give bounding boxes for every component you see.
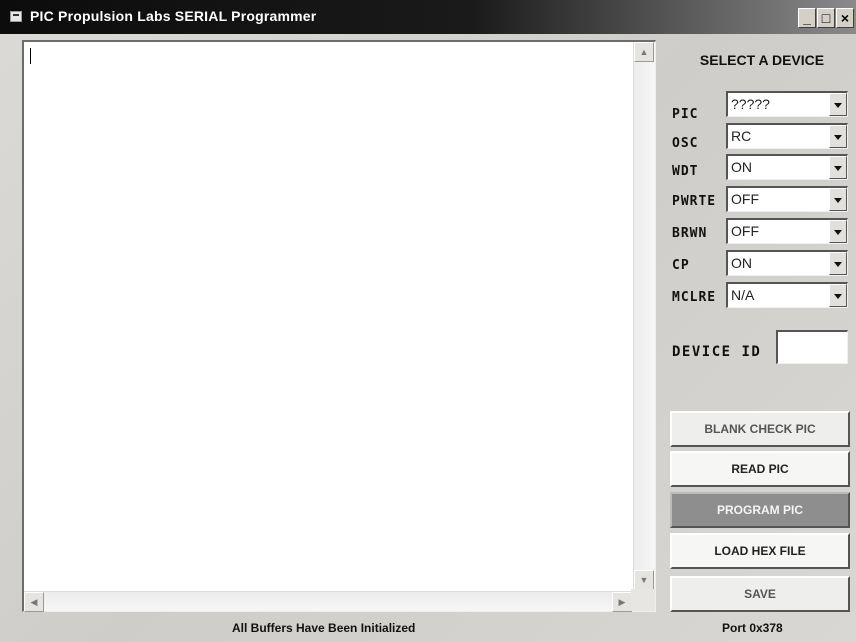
chevron-down-icon[interactable] xyxy=(829,93,847,116)
brwn-select[interactable]: OFF xyxy=(726,218,848,244)
window-controls: _ □ × xyxy=(798,8,854,28)
read-pic-button[interactable]: READ PIC xyxy=(670,451,850,487)
mclre-value: N/A xyxy=(731,287,755,303)
chevron-down-icon[interactable] xyxy=(829,252,847,275)
device-id-field[interactable] xyxy=(776,330,848,364)
status-message: All Buffers Have Been Initialized xyxy=(232,621,416,635)
pic-value: ????? xyxy=(731,96,770,112)
osc-select[interactable]: RC xyxy=(726,123,848,149)
programmer-window: PIC Propulsion Labs SERIAL Programmer _ … xyxy=(0,0,856,642)
select-device-heading: SELECT A DEVICE xyxy=(699,52,825,68)
cp-value: ON xyxy=(731,255,752,271)
scroll-left-icon[interactable]: ◀ xyxy=(24,592,44,612)
pwrte-label: PWRTE xyxy=(672,194,717,209)
window-title: PIC Propulsion Labs SERIAL Programmer xyxy=(30,8,317,24)
app-icon[interactable] xyxy=(10,11,22,22)
wdt-value: ON xyxy=(731,159,752,175)
minimize-button[interactable]: _ xyxy=(798,8,816,28)
program-pic-button[interactable]: PROGRAM PIC xyxy=(670,492,850,528)
osc-value: RC xyxy=(731,128,752,144)
pwrte-value: OFF xyxy=(731,191,759,207)
pic-label: PIC xyxy=(672,107,699,122)
scrollbar-corner xyxy=(631,589,655,611)
close-button[interactable]: × xyxy=(836,8,854,28)
mclre-label: MCLRE xyxy=(672,290,717,305)
horizontal-scrollbar[interactable]: ◀ ▶ xyxy=(24,591,632,612)
buffer-text-area[interactable]: ▲ ▼ ◀ ▶ xyxy=(22,40,656,612)
blank-check-button[interactable]: BLANK CHECK PIC xyxy=(670,411,850,447)
save-button[interactable]: SAVE xyxy=(670,576,850,612)
load-hex-file-button[interactable]: LOAD HEX FILE xyxy=(670,533,850,569)
brwn-label: BRWN xyxy=(672,226,708,241)
device-id-label: DEVICE ID xyxy=(672,344,762,360)
brwn-value: OFF xyxy=(731,223,759,239)
chevron-down-icon[interactable] xyxy=(829,220,847,243)
cp-select[interactable]: ON xyxy=(726,250,848,276)
mclre-select[interactable]: N/A xyxy=(726,282,848,308)
scroll-right-icon[interactable]: ▶ xyxy=(612,592,632,612)
maximize-button[interactable]: □ xyxy=(817,8,835,28)
chevron-down-icon[interactable] xyxy=(829,284,847,307)
pwrte-select[interactable]: OFF xyxy=(726,186,848,212)
chevron-down-icon[interactable] xyxy=(829,188,847,211)
wdt-label: WDT xyxy=(672,164,699,179)
wdt-select[interactable]: ON xyxy=(726,154,848,180)
title-bar[interactable]: PIC Propulsion Labs SERIAL Programmer _ … xyxy=(0,0,856,34)
cp-label: CP xyxy=(672,258,690,273)
osc-label: OSC xyxy=(672,136,699,151)
chevron-down-icon[interactable] xyxy=(829,156,847,179)
text-caret xyxy=(30,48,31,64)
pic-select[interactable]: ????? xyxy=(726,91,848,117)
scroll-up-icon[interactable]: ▲ xyxy=(634,42,654,62)
vertical-scrollbar[interactable]: ▲ ▼ xyxy=(633,42,655,590)
port-status: Port 0x378 xyxy=(722,621,783,635)
chevron-down-icon[interactable] xyxy=(829,125,847,148)
scroll-down-icon[interactable]: ▼ xyxy=(634,570,654,590)
